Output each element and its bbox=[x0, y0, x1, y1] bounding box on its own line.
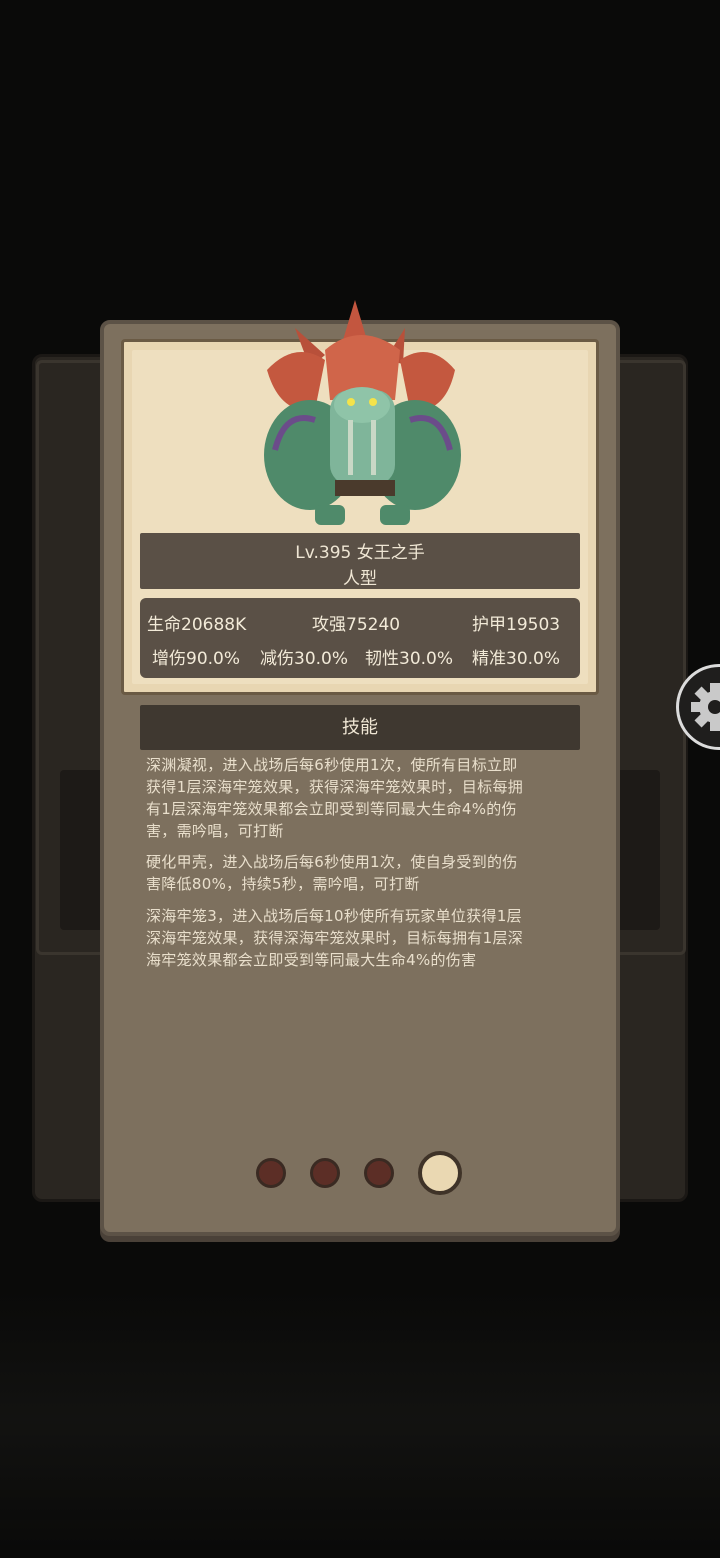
skill-2-line-1: 硬化甲壳，进入战场后每6秒使用1次，使自身受到的伤 bbox=[146, 853, 518, 871]
stat-damage-reduction: 减伤30.0% bbox=[260, 649, 349, 669]
skill-1-line-1: 深渊凝视，进入战场后每6秒使用1次，使所有目标立即 bbox=[146, 756, 518, 774]
monster-name-plate: Lv.395 女王之手 人型 bbox=[140, 533, 580, 589]
stat-damage-up: 增伤90.0% bbox=[152, 649, 241, 669]
stat-toughness: 韧性30.0% bbox=[365, 649, 454, 669]
skill-3-line-3: 海牢笼效果都会立即受到等同最大生命4%的伤害 bbox=[146, 951, 477, 969]
monster-type: 人型 bbox=[343, 569, 377, 589]
page-dot-1[interactable] bbox=[256, 1158, 286, 1188]
skills-header-label: 技能 bbox=[342, 717, 378, 738]
gear-icon bbox=[691, 683, 720, 731]
skill-1-line-2: 获得1层深海牢笼效果，获得深海牢笼效果时，目标每拥 bbox=[146, 778, 524, 796]
skill-2-line-2: 害降低80%，持续5秒，需吟唱，可打断 bbox=[146, 875, 420, 893]
skills-header: 技能 bbox=[140, 705, 580, 750]
monster-name: Lv.395 女王之手 bbox=[295, 543, 425, 563]
page-dot-4-active[interactable] bbox=[418, 1151, 462, 1195]
skill-1-line-3: 有1层深海牢笼效果都会立即受到等同最大生命4%的伤 bbox=[146, 800, 517, 818]
skill-1-line-4: 害，需吟唱，可打断 bbox=[146, 822, 284, 840]
skill-3-line-2: 深海牢笼效果，获得深海牢笼效果时，目标每拥有1层深 bbox=[146, 929, 524, 947]
skill-3: 深海牢笼3，进入战场后每10秒使所有玩家单位获得1层 深海牢笼效果，获得深海牢笼… bbox=[146, 905, 586, 971]
background-shadow bbox=[0, 1290, 720, 1550]
stat-armor: 护甲19503 bbox=[472, 615, 561, 635]
skill-3-line-1: 深海牢笼3，进入战场后每10秒使所有玩家单位获得1层 bbox=[146, 907, 522, 925]
skill-1: 深渊凝视，进入战场后每6秒使用1次，使所有目标立即 获得1层深海牢笼效果，获得深… bbox=[146, 754, 586, 842]
stat-hp: 生命20688K bbox=[147, 615, 247, 635]
skill-2: 硬化甲壳，进入战场后每6秒使用1次，使自身受到的伤 害降低80%，持续5秒，需吟… bbox=[146, 851, 586, 895]
stat-accuracy: 精准30.0% bbox=[472, 649, 561, 669]
page-dot-3[interactable] bbox=[364, 1158, 394, 1188]
stat-attack: 攻强75240 bbox=[312, 615, 401, 635]
monster-portrait bbox=[264, 300, 461, 525]
page-dot-2[interactable] bbox=[310, 1158, 340, 1188]
stats-box: 生命20688K 攻强75240 护甲19503 增伤90.0% 减伤30.0%… bbox=[140, 598, 580, 678]
gear-button[interactable] bbox=[676, 664, 720, 750]
